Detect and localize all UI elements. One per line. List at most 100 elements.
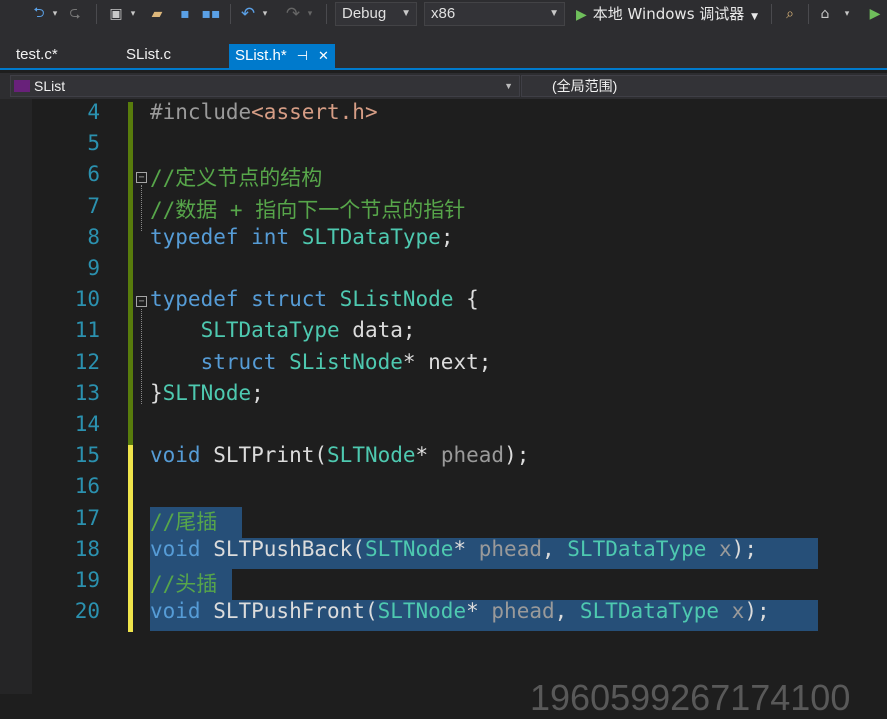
configuration-select[interactable]: Debug ▼ <box>335 2 417 26</box>
line-number: 18 <box>74 536 100 561</box>
new-item-icon[interactable]: ▣ <box>106 3 126 25</box>
fold-guide <box>141 185 143 231</box>
forward-icon[interactable]: ⮎ <box>66 3 84 25</box>
code-token: SListNode <box>339 287 454 312</box>
tab-test-c[interactable]: test.c* <box>16 42 58 68</box>
line-number: 13 <box>74 380 100 405</box>
code-token: phead <box>478 536 542 561</box>
code-token: SLTPushFront <box>213 599 365 624</box>
change-marker <box>128 382 133 414</box>
code-token: struct <box>251 287 340 312</box>
code-token: SLTDataType <box>150 318 340 343</box>
code-token: data; <box>339 318 416 343</box>
chevron-down-icon[interactable]: ▾ <box>305 3 315 25</box>
change-marker <box>128 102 133 134</box>
navigation-bar: SList ▼ (全局范围) <box>0 73 887 99</box>
code-token: SLTDataType <box>567 536 707 561</box>
line-number: 17 <box>74 505 100 530</box>
code-token: } <box>150 380 163 405</box>
tab-slist-h[interactable]: SList.h* ⊣ ✕ <box>229 44 335 68</box>
chevron-down-icon[interactable]: ▾ <box>50 3 60 25</box>
open-folder-icon[interactable]: ▰ <box>147 3 167 25</box>
code-token: SLTNode <box>327 443 416 468</box>
code-token: #include <box>150 100 252 124</box>
code-line[interactable]: //头插 <box>150 568 217 598</box>
change-marker <box>128 476 133 508</box>
code-line[interactable]: }SLTNode; <box>150 381 264 405</box>
code-token: <assert.h> <box>251 100 378 124</box>
code-line[interactable]: //尾插 <box>150 506 217 536</box>
code-line[interactable]: #include<assert.h> <box>150 100 378 124</box>
home-icon[interactable]: ⌂ <box>815 3 835 25</box>
watermark: 1960599267174100 <box>530 677 851 718</box>
code-line[interactable]: void SLTPrint(SLTNode* phead); <box>150 443 529 467</box>
project-scope-select[interactable]: SList ▼ <box>10 75 520 97</box>
code-line[interactable]: typedef int SLTDataType; <box>150 225 453 249</box>
change-marker <box>128 320 133 352</box>
chevron-down-icon[interactable]: ▾ <box>260 3 270 25</box>
find-in-files-icon[interactable]: ⌕ <box>780 3 800 25</box>
platform-select[interactable]: x86 ▼ <box>424 2 565 26</box>
tab-label: SList.h* <box>235 47 287 64</box>
redo-icon[interactable]: ↷ <box>283 3 303 25</box>
continue-icon[interactable]: ▶ <box>865 3 885 25</box>
line-number: 16 <box>74 474 100 499</box>
line-number: 15 <box>74 443 100 468</box>
code-editor[interactable]: 4 5 6 7 8 9 10 11 12 13 14 15 16 17 18 19 20 #include<as… <box>0 99 887 718</box>
code-token: //定义节点的结构 <box>150 166 323 191</box>
line-number: 6 <box>87 162 100 187</box>
line-number: 14 <box>74 412 100 436</box>
code-line[interactable]: void SLTPushFront(SLTNode* phead, SLTDat… <box>150 599 770 623</box>
tab-slist-c[interactable]: SList.c <box>126 42 171 68</box>
code-token: typedef <box>150 224 252 249</box>
code-token: ( <box>364 599 378 624</box>
chevron-down-icon: ▼ <box>751 12 758 22</box>
code-line[interactable]: struct SListNode* next; <box>150 350 492 374</box>
chevron-down-icon[interactable]: ▾ <box>128 3 138 25</box>
collapse-icon[interactable]: − <box>136 296 147 307</box>
tab-label: test.c* <box>16 46 58 63</box>
back-icon[interactable]: ⮌ <box>30 3 48 25</box>
line-number: 5 <box>87 131 100 156</box>
change-marker <box>128 601 133 633</box>
save-icon[interactable]: ▪ <box>175 3 195 25</box>
code-token: typedef <box>150 287 252 312</box>
code-token: * <box>466 599 492 624</box>
change-marker <box>128 289 133 321</box>
change-marker <box>128 133 133 165</box>
collapse-icon[interactable]: − <box>136 172 147 183</box>
undo-icon[interactable]: ↶ <box>238 3 258 25</box>
code-token: ( <box>314 443 328 468</box>
chevron-down-icon: ▼ <box>549 8 559 19</box>
code-line[interactable]: SLTDataType data; <box>150 318 416 342</box>
code-token: phead <box>491 599 555 624</box>
play-icon: ▶ <box>576 7 587 23</box>
code-line[interactable]: //定义节点的结构 <box>150 162 322 192</box>
code-token: { <box>453 287 479 312</box>
code-line[interactable]: typedef struct SListNode { <box>150 287 479 311</box>
pin-icon[interactable]: ⊣ <box>297 44 308 68</box>
code-token: ; <box>440 224 454 249</box>
code-line[interactable]: void SLTPushBack(SLTNode* phead, SLTData… <box>150 537 757 561</box>
code-token: int <box>251 224 302 249</box>
project-scope-value: SList <box>34 78 66 94</box>
close-icon[interactable]: ✕ <box>318 44 329 68</box>
line-number: 11 <box>74 318 100 343</box>
change-marker <box>128 226 133 258</box>
change-marker <box>128 258 133 290</box>
run-label: 本地 Windows 调试器 <box>592 5 745 23</box>
chevron-down-icon[interactable]: ▾ <box>842 3 852 25</box>
code-token: , <box>554 599 580 624</box>
global-scope-select[interactable]: (全局范围) <box>521 75 887 97</box>
project-icon <box>14 80 30 92</box>
line-number: 19 <box>74 568 100 592</box>
code-token: , <box>541 536 568 561</box>
save-all-icon[interactable]: ▪▪ <box>200 3 222 25</box>
code-token: SLTNode <box>377 599 467 624</box>
code-token: SLTPrint <box>213 443 315 468</box>
code-line[interactable]: //数据 + 指向下一个节点的指针 <box>150 194 465 224</box>
start-debugging-button[interactable]: ▶ 本地 Windows 调试器 ▼ <box>576 2 766 26</box>
change-marker <box>128 570 133 602</box>
line-number: 8 <box>87 224 100 249</box>
code-token: SLTDataType <box>579 599 719 624</box>
